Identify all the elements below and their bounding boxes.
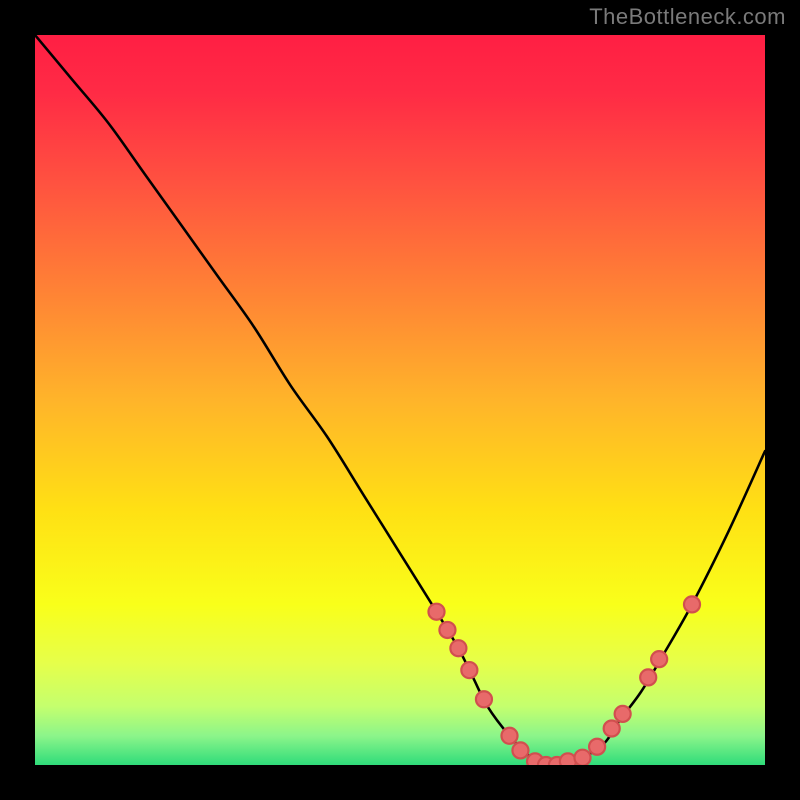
data-point [512, 742, 528, 758]
data-point [574, 750, 590, 765]
watermark-text: TheBottleneck.com [589, 4, 786, 30]
chart-frame: TheBottleneck.com [0, 0, 800, 800]
data-point [450, 640, 466, 656]
data-point [589, 739, 605, 755]
plot-area [35, 35, 765, 765]
data-point [428, 604, 444, 620]
data-point [439, 622, 455, 638]
data-point [615, 706, 631, 722]
highlight-dots [428, 596, 700, 765]
data-point [640, 669, 656, 685]
data-point [651, 651, 667, 667]
curve-layer [35, 35, 765, 765]
data-point [684, 596, 700, 612]
data-point [476, 691, 492, 707]
data-point [604, 720, 620, 736]
data-point [461, 662, 477, 678]
data-point [501, 728, 517, 744]
